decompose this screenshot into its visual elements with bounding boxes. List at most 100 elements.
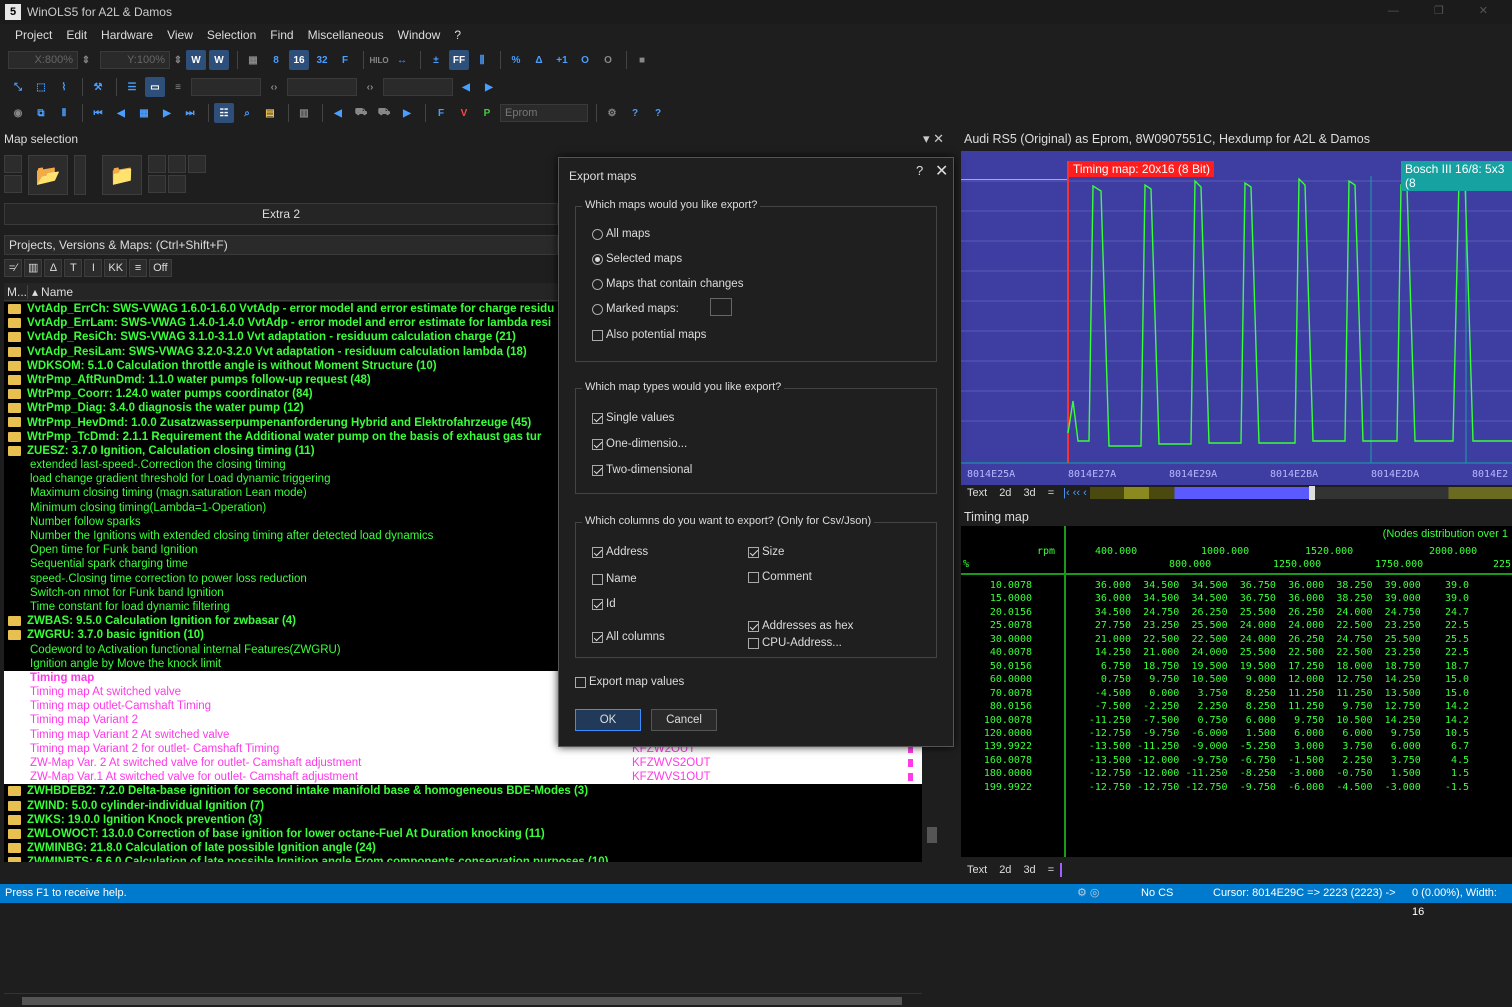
hex-scroll-thumb[interactable] <box>1309 486 1316 500</box>
table-cell[interactable]: -0.750 <box>1329 768 1372 779</box>
table-cell[interactable]: -12.750 <box>1087 768 1131 779</box>
radio-icon[interactable] <box>592 278 603 290</box>
table-cell[interactable]: 22.5 <box>1425 647 1469 658</box>
nav-first-icon[interactable]: |‹ ‹‹ ‹ <box>1060 487 1090 499</box>
16bit-icon[interactable]: 16 <box>289 50 309 70</box>
checkbox-export-values[interactable]: Export map values <box>575 676 684 688</box>
cursor-icon[interactable]: ⤡ <box>8 77 28 97</box>
align-icon[interactable]: ☰ <box>122 77 142 97</box>
tab-text[interactable]: Text <box>961 864 993 876</box>
table-cell[interactable]: -12.750 <box>1135 782 1179 793</box>
table-cell[interactable]: -1.500 <box>1280 755 1324 766</box>
window-controls[interactable]: — ❐ ✕ <box>1388 4 1504 17</box>
table-cell[interactable]: 36.750 <box>1232 593 1276 604</box>
table-cell[interactable]: 23.250 <box>1377 647 1421 658</box>
table-cell[interactable]: 39.0 <box>1425 593 1469 604</box>
folder-tool-icon[interactable]: ▤ <box>260 103 280 123</box>
car-2-icon[interactable]: ⛟ <box>374 103 394 123</box>
list-folder-row[interactable]: ZWIND: 5.0.0 cylinder-individual Ignitio… <box>4 799 922 813</box>
radio-changed-maps[interactable]: Maps that contain changes <box>592 278 743 290</box>
table-cell[interactable]: 18.750 <box>1377 661 1421 672</box>
new-icon[interactable] <box>4 155 22 173</box>
checkbox-icon[interactable] <box>592 464 603 476</box>
checkbox-size[interactable]: Size <box>748 546 784 558</box>
action-5-icon[interactable] <box>168 175 186 193</box>
checkbox-icon[interactable] <box>592 598 603 610</box>
table-cell[interactable]: 11.250 <box>1329 688 1372 699</box>
columns-icon[interactable]: ⫼ <box>472 50 492 70</box>
menu-find[interactable]: Find <box>263 28 300 42</box>
action-3-icon[interactable] <box>188 155 206 173</box>
save-icon[interactable] <box>4 175 22 193</box>
project-search-input[interactable]: Projects, Versions & Maps: (Ctrl+Shift+F… <box>4 235 558 255</box>
dropdown-icon[interactable] <box>74 155 86 195</box>
table-cell[interactable]: 22.500 <box>1135 634 1179 645</box>
table-cell[interactable]: -4.500 <box>1087 688 1131 699</box>
table-cell[interactable]: 34.500 <box>1184 580 1227 591</box>
arrows-2-icon[interactable]: ‹› <box>360 77 380 97</box>
table-cell[interactable]: 9.750 <box>1329 701 1372 712</box>
table-cell[interactable]: -9.750 <box>1232 782 1276 793</box>
table-cell[interactable]: 9.000 <box>1232 674 1276 685</box>
first-icon[interactable]: ⏮ <box>88 103 108 123</box>
table-icon[interactable]: ▦ <box>134 103 154 123</box>
dialog-close-button[interactable]: ✕ <box>935 161 948 181</box>
table-cell[interactable]: 26.250 <box>1280 607 1324 618</box>
list-folder-row[interactable]: ZWKS: 19.0.0 Ignition Knock prevention (… <box>4 813 922 827</box>
dialog-help-button[interactable]: ? <box>916 163 923 178</box>
ecu-icon[interactable]: ◉ <box>8 103 28 123</box>
table-cell[interactable]: 38.250 <box>1329 580 1372 591</box>
zoom-icon[interactable]: ⌕ <box>237 103 257 123</box>
table-cell[interactable]: 11.250 <box>1280 688 1324 699</box>
table-cell[interactable]: 14.2 <box>1425 701 1469 712</box>
checkbox-single-values[interactable]: Single values <box>592 412 674 424</box>
next-icon[interactable]: ▶ <box>479 77 499 97</box>
list-folder-row[interactable]: ZWHBDEB2: 7.2.0 Delta-base ignition for … <box>4 784 922 798</box>
table-cell[interactable]: 27.750 <box>1087 620 1131 631</box>
table-cell[interactable]: -5.250 <box>1232 741 1276 752</box>
table-cell[interactable]: 6.000 <box>1377 741 1421 752</box>
action-4-icon[interactable] <box>148 175 166 193</box>
prev-icon[interactable]: ◀ <box>456 77 476 97</box>
bosch-map-tag[interactable]: Bosch III 16/8: 5x3 (8 <box>1401 161 1512 191</box>
filter-i-icon[interactable]: I <box>84 259 103 277</box>
table-cell[interactable]: 24.7 <box>1425 607 1469 618</box>
menu-view[interactable]: View <box>160 28 200 42</box>
checkbox-potential-maps[interactable]: Also potential maps <box>592 329 706 341</box>
table-cell[interactable]: 10.5 <box>1425 728 1469 739</box>
table-cell[interactable]: 25.500 <box>1232 607 1276 618</box>
menu-project[interactable]: Project <box>8 28 59 42</box>
extra-2-button[interactable]: Extra 2 <box>4 203 558 225</box>
y-zoom-field[interactable]: Y:100% <box>100 51 170 69</box>
checkbox-icon[interactable] <box>748 620 759 632</box>
list-item[interactable]: ZW-Map Var.1 At switched valve for outle… <box>4 770 922 785</box>
table-cell[interactable]: 39.000 <box>1377 580 1421 591</box>
float-icon[interactable]: F <box>335 50 355 70</box>
radio-icon[interactable] <box>592 228 603 240</box>
tab-text[interactable]: Text <box>961 487 993 499</box>
p-icon[interactable]: P <box>477 103 497 123</box>
tab-2d[interactable]: 2d <box>993 864 1017 876</box>
table-cell[interactable]: -13.500 <box>1087 755 1131 766</box>
graph-icon[interactable]: ⌇ <box>54 77 74 97</box>
filter-list-icon[interactable]: ≡ <box>129 259 148 277</box>
cancel-button[interactable]: Cancel <box>651 709 717 731</box>
arrows-icon[interactable]: ‹› <box>264 77 284 97</box>
open-version-icon[interactable]: 📁 <box>102 155 142 195</box>
checkbox-id[interactable]: Id <box>592 598 616 610</box>
nav-right-icon[interactable]: ▶ <box>397 103 417 123</box>
checkbox-icon[interactable] <box>748 571 759 583</box>
radio-selected-maps[interactable]: Selected maps <box>592 253 682 265</box>
table-cell[interactable]: 26.250 <box>1280 634 1324 645</box>
table-cell[interactable]: 25.500 <box>1377 634 1421 645</box>
checkbox-all-columns[interactable]: All columns <box>592 631 665 643</box>
ok-button[interactable]: OK <box>575 709 641 731</box>
table-cell[interactable]: 2.250 <box>1184 701 1227 712</box>
table-cell[interactable]: 9.750 <box>1377 728 1421 739</box>
table-cell[interactable]: 19.500 <box>1184 661 1227 672</box>
wave-view-icon[interactable]: W <box>186 50 206 70</box>
delta-icon[interactable]: Δ <box>529 50 549 70</box>
menu-window[interactable]: Window <box>391 28 448 42</box>
wave-view-2-icon[interactable]: W <box>209 50 229 70</box>
menu-edit[interactable]: Edit <box>59 28 94 42</box>
